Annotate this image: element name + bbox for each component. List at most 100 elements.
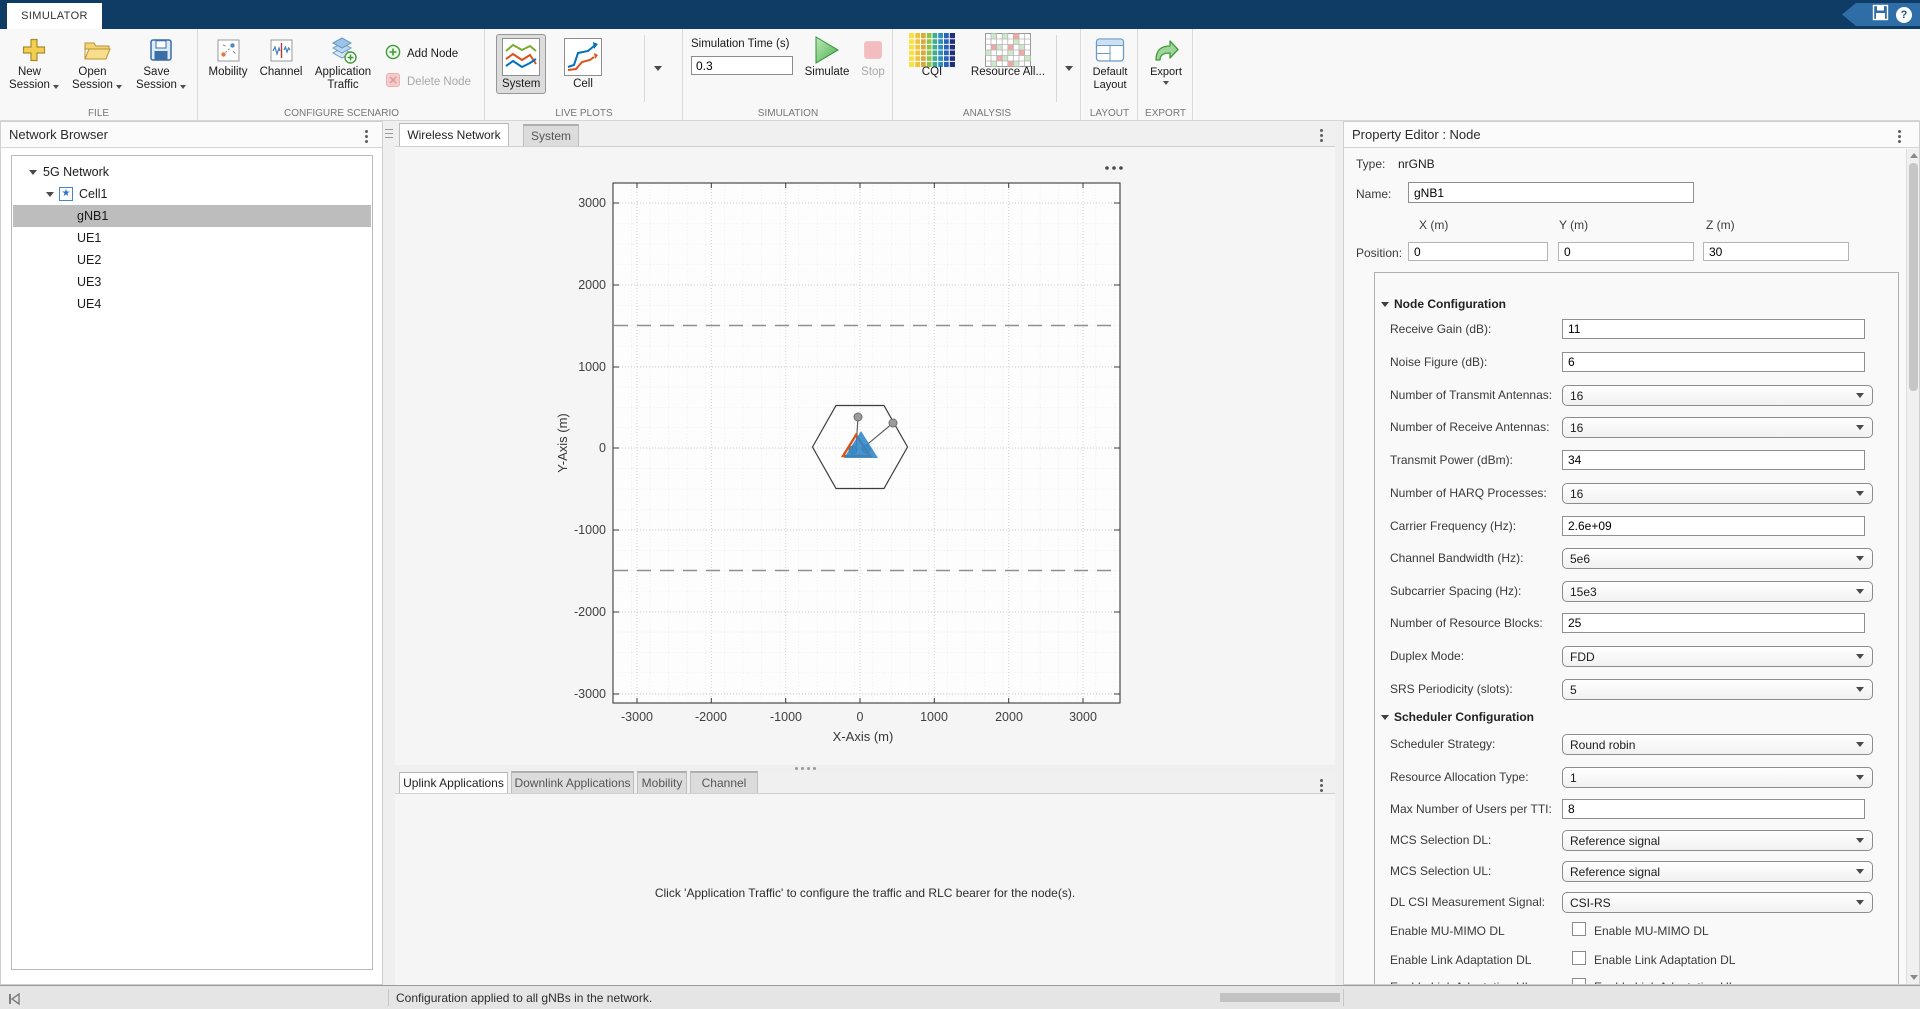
tab-wireless-network[interactable]: Wireless Network bbox=[399, 123, 509, 146]
new-session-button[interactable]: New Session bbox=[5, 34, 63, 92]
save-session-button[interactable]: Save Session bbox=[132, 34, 190, 92]
type-value: nrGNB bbox=[1398, 157, 1435, 171]
group-analysis: CQI Resource All... ANALYSIS bbox=[894, 29, 1081, 120]
num-harq-processes-dropdown[interactable]: 16 bbox=[1562, 483, 1873, 504]
channel-button[interactable]: Channel bbox=[257, 34, 305, 79]
right-splitter[interactable] bbox=[1335, 121, 1343, 985]
horizontal-scrollbar-thumb[interactable] bbox=[1220, 993, 1340, 1002]
save-icon[interactable] bbox=[1872, 4, 1889, 26]
scroll-down-icon[interactable] bbox=[1910, 975, 1918, 980]
title-bar: SIMULATOR ? bbox=[0, 0, 1920, 29]
property-editor-title: Property Editor : Node bbox=[1352, 127, 1481, 142]
resource-allocation-type-dropdown[interactable]: 1 bbox=[1562, 767, 1873, 788]
delete-node-icon bbox=[385, 72, 401, 91]
position-z-input[interactable] bbox=[1703, 242, 1849, 261]
tab-simulator[interactable]: SIMULATOR bbox=[7, 3, 102, 29]
resource-allocation-button[interactable]: Resource All... bbox=[966, 34, 1050, 79]
tree-item-ue4[interactable]: UE4 bbox=[13, 293, 371, 315]
group-label-simulation: SIMULATION bbox=[684, 108, 892, 119]
group-label-export: EXPORT bbox=[1139, 108, 1192, 119]
scrollbar-thumb[interactable] bbox=[1909, 163, 1918, 391]
tree-item-label: 5G Network bbox=[43, 165, 109, 179]
num-transmit-antennas-dropdown[interactable]: 16 bbox=[1562, 385, 1873, 406]
channel-bandwidth-dropdown[interactable]: 5e6 bbox=[1562, 548, 1873, 569]
help-icon[interactable]: ? bbox=[1896, 7, 1912, 23]
chevron-down-icon bbox=[1856, 556, 1864, 561]
property-editor-scrollbar[interactable] bbox=[1906, 149, 1919, 984]
scheduler-strategy-dropdown[interactable]: Round robin bbox=[1562, 734, 1873, 755]
tree-item-ue3[interactable]: UE3 bbox=[13, 271, 371, 293]
axes-toolbar-ellipsis-icon[interactable] bbox=[1105, 166, 1123, 170]
tree-expand-icon[interactable] bbox=[46, 192, 54, 197]
max-users-per-tti-input[interactable] bbox=[1562, 799, 1865, 819]
tab-uplink-applications[interactable]: Uplink Applications bbox=[399, 772, 508, 793]
open-session-button[interactable]: Open Session bbox=[68, 34, 126, 92]
enable-link-adaptation-dl-checkbox[interactable] bbox=[1572, 951, 1586, 965]
carrier-frequency-input[interactable] bbox=[1562, 516, 1865, 536]
position-x-input[interactable] bbox=[1408, 242, 1548, 261]
scheduler-configuration-section[interactable]: Scheduler Configuration bbox=[1381, 710, 1534, 724]
name-input[interactable] bbox=[1408, 182, 1694, 203]
tab-downlink-applications[interactable]: Downlink Applications bbox=[511, 771, 634, 793]
group-file: New Session Open Session Save Session FI… bbox=[0, 29, 198, 120]
application-traffic-button[interactable]: Application Traffic bbox=[311, 34, 375, 92]
tree-item-5g-network[interactable]: 5G Network bbox=[13, 161, 371, 183]
node-configuration-section[interactable]: Node Configuration bbox=[1381, 297, 1506, 311]
live-plots-gallery-dropdown[interactable] bbox=[649, 34, 667, 102]
srs-periodicity-dropdown[interactable]: 5 bbox=[1562, 679, 1873, 700]
network-browser-menu-icon[interactable] bbox=[365, 130, 368, 143]
svg-text:0: 0 bbox=[599, 441, 606, 455]
simulate-button[interactable]: Simulate bbox=[799, 34, 855, 79]
tree-item-cell1[interactable]: ★ Cell1 bbox=[13, 183, 371, 205]
cqi-button[interactable]: CQI bbox=[906, 34, 958, 79]
resource-allocation-icon bbox=[985, 34, 1031, 66]
duplex-mode-dropdown[interactable]: FDD bbox=[1562, 646, 1873, 667]
chevron-down-icon bbox=[1856, 491, 1864, 496]
scroll-up-icon[interactable] bbox=[1910, 153, 1918, 158]
tree-expand-icon[interactable] bbox=[29, 170, 37, 175]
enable-link-adaptation-ul-checkbox[interactable] bbox=[1572, 978, 1586, 984]
group-live-plots: System Cell LIVE PLOTS bbox=[486, 29, 683, 120]
num-receive-antennas-dropdown[interactable]: 16 bbox=[1562, 417, 1873, 438]
tab-mobility[interactable]: Mobility bbox=[637, 771, 687, 793]
export-button[interactable]: Export bbox=[1140, 34, 1192, 88]
field-label: Max Number of Users per TTI: bbox=[1390, 802, 1552, 816]
bottom-tabbar: Uplink Applications Downlink Application… bbox=[395, 772, 1335, 794]
tab-channel[interactable]: Channel bbox=[690, 771, 758, 793]
name-label: Name: bbox=[1356, 187, 1391, 201]
tree-item-label: UE2 bbox=[77, 253, 101, 267]
dl-csi-measurement-signal-dropdown[interactable]: CSI-RS bbox=[1562, 892, 1873, 913]
analysis-gallery-dropdown[interactable] bbox=[1060, 34, 1078, 102]
collapse-panel-icon[interactable] bbox=[8, 992, 20, 1009]
field-label: Resource Allocation Type: bbox=[1390, 770, 1529, 784]
tree-item-ue2[interactable]: UE2 bbox=[13, 249, 371, 271]
transmit-power-input[interactable] bbox=[1562, 450, 1865, 470]
tree-item-ue1[interactable]: UE1 bbox=[13, 227, 371, 249]
field-label: Scheduler Strategy: bbox=[1390, 737, 1495, 751]
chevron-down-icon bbox=[1163, 81, 1169, 85]
network-browser-title: Network Browser bbox=[9, 127, 108, 142]
add-node-button[interactable]: Add Node bbox=[385, 44, 458, 63]
bottom-panel-menu-icon[interactable] bbox=[1320, 779, 1323, 792]
left-splitter[interactable] bbox=[383, 121, 395, 985]
system-plot-button[interactable]: System bbox=[496, 34, 546, 94]
mcs-selection-ul-dropdown[interactable]: Reference signal bbox=[1562, 861, 1873, 882]
figure-panel-menu-icon[interactable] bbox=[1320, 129, 1323, 142]
network-plot: -3000 -2000 -1000 0 1000 2000 3000 3000 … bbox=[395, 147, 1335, 765]
cell-plot-button[interactable]: Cell bbox=[558, 34, 608, 94]
num-resource-blocks-input[interactable] bbox=[1562, 613, 1865, 633]
position-y-input[interactable] bbox=[1558, 242, 1694, 261]
tree-item-gnb1[interactable]: gNB1 bbox=[13, 205, 371, 227]
property-editor-menu-icon[interactable] bbox=[1898, 130, 1901, 143]
mcs-selection-dl-dropdown[interactable]: Reference signal bbox=[1562, 830, 1873, 851]
subcarrier-spacing-dropdown[interactable]: 15e3 bbox=[1562, 581, 1873, 602]
enable-mu-mimo-dl-checkbox[interactable] bbox=[1572, 922, 1586, 936]
export-label: Export bbox=[1150, 66, 1182, 79]
default-layout-button[interactable]: Default Layout bbox=[1083, 34, 1137, 92]
mobility-button[interactable]: Mobility bbox=[205, 34, 251, 79]
tab-system[interactable]: System bbox=[523, 124, 579, 146]
receive-gain-input[interactable] bbox=[1562, 319, 1865, 339]
chevron-down-icon bbox=[1856, 742, 1864, 747]
noise-figure-input[interactable] bbox=[1562, 352, 1865, 372]
simulation-time-input[interactable] bbox=[691, 56, 793, 75]
